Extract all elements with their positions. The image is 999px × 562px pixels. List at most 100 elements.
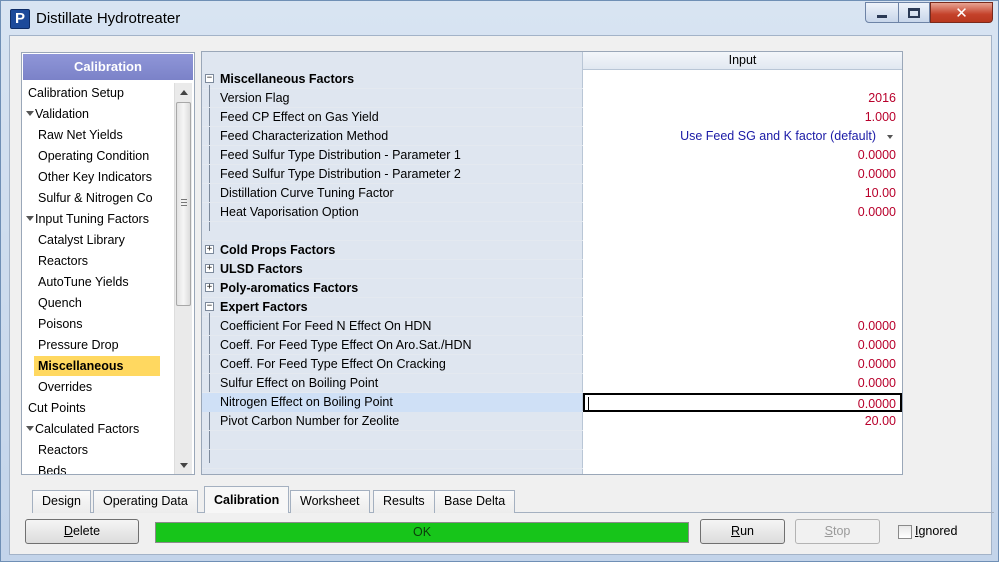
nav-item-sulfur-nitrogen[interactable]: Sulfur & Nitrogen Co [34, 188, 157, 208]
nav-item-input-tuning-factors[interactable]: Input Tuning Factors [24, 209, 153, 229]
expand-icon[interactable]: + [205, 283, 214, 292]
nav-item-catalyst-library[interactable]: Catalyst Library [34, 230, 129, 250]
nav-item-operating-condition[interactable]: Operating Condition [34, 146, 153, 166]
stop-label: top [832, 524, 851, 538]
delete-button[interactable]: Delete [25, 519, 139, 544]
nav-scrollbar[interactable] [174, 83, 192, 474]
property-grid: Input − Miscellaneous Factors Version Fla… [201, 51, 903, 475]
ignored-label[interactable]: Ignored [915, 524, 957, 538]
section-title: Cold Props Factors [220, 243, 336, 257]
expand-icon[interactable]: + [205, 245, 214, 254]
nav-item-label: Poisons [38, 317, 83, 331]
nav-item-quench[interactable]: Quench [34, 293, 86, 313]
nav-item-label: Beds [38, 464, 67, 475]
value-cell[interactable]: 0.0000 [583, 355, 902, 374]
run-accelerator: R [731, 524, 741, 538]
nav-item-label: Input Tuning Factors [35, 212, 149, 226]
section-cold-props-factors[interactable]: + Cold Props Factors [202, 241, 902, 260]
ignored-label-text: gnored [918, 524, 958, 538]
row-label: Version Flag [220, 91, 290, 105]
collapse-icon[interactable]: − [205, 74, 214, 83]
row-sulfur-param-1: Feed Sulfur Type Distribution - Paramete… [202, 146, 902, 165]
row-value: 2016 [868, 91, 896, 105]
nav-item-calibration-setup[interactable]: Calibration Setup [24, 83, 128, 103]
nav-item-calculated-factors[interactable]: Calculated Factors [24, 419, 143, 439]
nav-item-validation[interactable]: Validation [24, 104, 93, 124]
section-miscellaneous-factors[interactable]: − Miscellaneous Factors [202, 70, 902, 89]
tab-results[interactable]: Results [373, 490, 435, 513]
nav-item-overrides[interactable]: Overrides [34, 377, 96, 397]
chevron-down-icon [887, 134, 893, 139]
value-cell[interactable]: 0.0000 [583, 165, 902, 184]
tab-worksheet[interactable]: Worksheet [290, 490, 370, 513]
section-title: Poly-aromatics Factors [220, 281, 359, 295]
collapse-icon[interactable]: − [205, 302, 214, 311]
value-cell[interactable]: 10.00 [583, 184, 902, 203]
scroll-up-button[interactable] [175, 84, 192, 100]
nav-item-cut-points[interactable]: Cut Points [24, 398, 90, 418]
characterization-dropdown[interactable]: Use Feed SG and K factor (default) [583, 127, 902, 146]
row-label: Heat Vaporisation Option [220, 205, 359, 219]
close-icon: ✕ [955, 3, 968, 22]
row-feed-characterization: Feed Characterization Method Use Feed SG… [202, 127, 902, 146]
value-cell[interactable]: 0.0000 [583, 203, 902, 222]
scroll-thumb[interactable] [176, 102, 191, 306]
tab-calibration[interactable]: Calibration [204, 486, 290, 513]
tab-operating-data[interactable]: Operating Data [93, 490, 198, 513]
row-feed-cp-effect: Feed CP Effect on Gas Yield 1.000 [202, 108, 902, 127]
value-cell[interactable]: 0.0000 [583, 146, 902, 165]
row-label: Coeff. For Feed Type Effect On Cracking [220, 357, 446, 371]
nav-item-miscellaneous[interactable]: Miscellaneous [34, 356, 160, 376]
active-value-editor[interactable]: 0.0000 [583, 393, 902, 412]
input-column-header: Input [583, 52, 902, 70]
nav-item-beds[interactable]: Beds [34, 461, 71, 475]
nav-item-other-key-indicators[interactable]: Other Key Indicators [34, 167, 156, 187]
tab-base-delta[interactable]: Base Delta [434, 490, 516, 513]
value-cell[interactable]: 2016 [583, 89, 902, 108]
nav-item-raw-net-yields[interactable]: Raw Net Yields [34, 125, 127, 145]
value-cell[interactable]: 0.0000 [583, 336, 902, 355]
scroll-down-button[interactable] [175, 457, 192, 473]
title-bar[interactable]: P Distillate Hydrotreater ✕ [1, 1, 998, 35]
value-cell[interactable]: 0.0000 [583, 374, 902, 393]
spacer-row [202, 450, 902, 469]
nav-item-autotune-yields[interactable]: AutoTune Yields [34, 272, 133, 292]
nav-item-calc-reactors[interactable]: Reactors [34, 440, 92, 460]
tab-design[interactable]: Design [32, 490, 91, 513]
calibration-nav-panel: Calibration Calibration Setup Validation… [21, 52, 195, 475]
expand-icon[interactable]: + [205, 264, 214, 273]
delete-label: elete [72, 524, 101, 538]
minimize-button[interactable] [865, 2, 899, 23]
row-label: Coefficient For Feed N Effect On HDN [220, 319, 432, 333]
nav-item-label: Validation [35, 107, 89, 121]
row-label: Feed CP Effect on Gas Yield [220, 110, 379, 124]
section-poly-aromatics-factors[interactable]: + Poly-aromatics Factors [202, 279, 902, 298]
minimize-icon [877, 15, 887, 18]
nav-item-pressure-drop[interactable]: Pressure Drop [34, 335, 123, 355]
run-button[interactable]: Run [700, 519, 785, 544]
value-cell[interactable]: 0.0000 [583, 317, 902, 336]
nav-item-reactors[interactable]: Reactors [34, 251, 92, 271]
nav-tree: Calibration Setup Validation Raw Net Yie… [22, 83, 174, 475]
nav-item-poisons[interactable]: Poisons [34, 314, 86, 334]
stop-button[interactable]: Stop [795, 519, 880, 544]
value-cell[interactable]: 20.00 [583, 412, 902, 431]
nav-item-label: Cut Points [28, 401, 86, 415]
row-value: 10.00 [864, 186, 896, 200]
section-ulsd-factors[interactable]: + ULSD Factors [202, 260, 902, 279]
dropdown-button[interactable] [881, 129, 899, 144]
caret-down-icon[interactable] [26, 426, 34, 432]
section-expert-factors[interactable]: − Expert Factors [202, 298, 902, 317]
section-title: ULSD Factors [220, 262, 303, 276]
caret-down-icon[interactable] [26, 111, 34, 117]
ignored-checkbox[interactable] [898, 525, 912, 539]
close-button[interactable]: ✕ [930, 2, 993, 23]
spacer-row [202, 431, 902, 450]
nav-item-label: Sulfur & Nitrogen Co [38, 191, 153, 205]
maximize-button[interactable] [898, 2, 930, 23]
nav-item-label: AutoTune Yields [38, 275, 129, 289]
app-window: P Distillate Hydrotreater ✕ Calibration … [0, 0, 999, 562]
value-cell[interactable]: 1.000 [583, 108, 902, 127]
nav-header: Calibration [23, 54, 193, 80]
caret-down-icon[interactable] [26, 216, 34, 222]
